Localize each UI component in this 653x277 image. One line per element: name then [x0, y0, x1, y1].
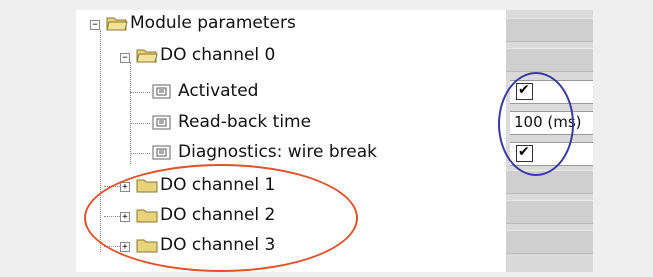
tree-item-activated[interactable]: Activated: [178, 81, 258, 101]
collapse-icon[interactable]: −: [120, 53, 130, 63]
screenshot-panel: − Module parameters − DO channel 0 Activ…: [76, 10, 593, 272]
grid-row: [506, 170, 593, 194]
tree-item-module-parameters[interactable]: Module parameters: [130, 13, 296, 33]
collapse-icon[interactable]: −: [90, 20, 100, 30]
grid-row: [506, 200, 593, 224]
grid-row: [506, 48, 593, 72]
tree-connector: [130, 62, 131, 164]
parameter-icon: [152, 84, 171, 99]
tree-item-diagnostics-wire-break[interactable]: Diagnostics: wire break: [178, 142, 377, 162]
parameter-icon: [152, 115, 171, 130]
tree-connector: [130, 92, 150, 93]
blue-highlight-ellipse: [498, 72, 574, 176]
open-folder-icon: [106, 17, 128, 31]
tree-item-do-channel-0[interactable]: DO channel 0: [160, 45, 275, 65]
open-folder-icon: [136, 49, 158, 63]
grid-row: [506, 18, 593, 42]
tree-connector: [130, 123, 150, 124]
grid-row: [506, 230, 593, 254]
tree-item-read-back-time[interactable]: Read-back time: [178, 112, 311, 132]
red-highlight-ellipse: [84, 164, 358, 272]
parameter-icon: [152, 145, 171, 160]
tree-connector: [130, 153, 150, 154]
